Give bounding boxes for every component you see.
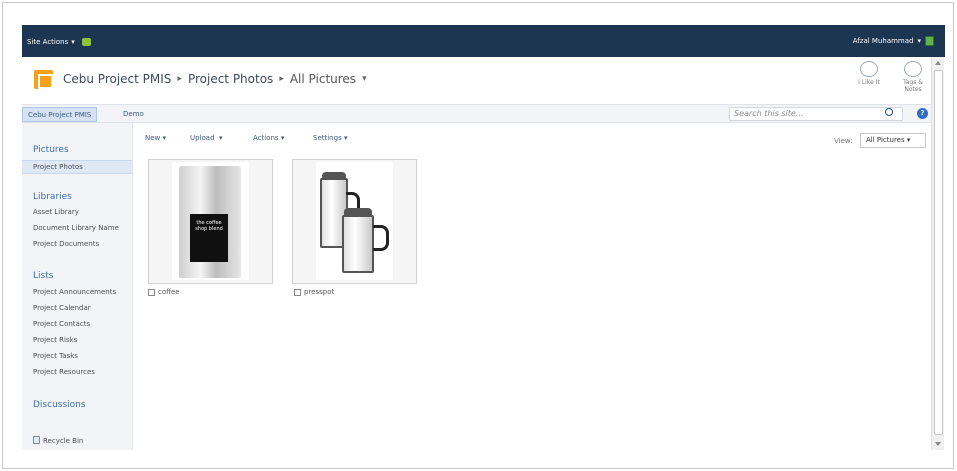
- new-label: New: [145, 134, 161, 142]
- breadcrumb-separator-icon: ▸: [177, 74, 182, 84]
- select-checkbox[interactable]: [294, 288, 301, 296]
- nav-heading-libraries[interactable]: Libraries: [33, 192, 72, 202]
- ribbon-bar: Site Actions ▾ Afzal Muhammad ▾: [22, 25, 945, 57]
- nav-heading-pictures[interactable]: Pictures: [33, 145, 69, 155]
- search-icon[interactable]: [885, 108, 893, 116]
- picture-caption-presspot[interactable]: presspot: [294, 288, 334, 296]
- topnav-item-demo[interactable]: Demo: [118, 107, 149, 122]
- presspot-handle-front: [373, 225, 389, 251]
- nav-item-project-risks[interactable]: Project Risks: [33, 336, 77, 344]
- search-input[interactable]: Search this site...: [729, 107, 903, 121]
- nav-item-asset-library[interactable]: Asset Library: [33, 208, 79, 216]
- breadcrumb-separator-icon: ▸: [279, 74, 284, 84]
- i-like-it-label: I Like It: [858, 79, 880, 86]
- presspot-front: [342, 215, 374, 273]
- help-icon[interactable]: ?: [917, 108, 928, 119]
- picture-name[interactable]: presspot: [304, 288, 334, 296]
- nav-item-project-calendar[interactable]: Project Calendar: [33, 304, 91, 312]
- nav-item-project-resources[interactable]: Project Resources: [33, 368, 95, 376]
- presspot-lid-front: [344, 208, 372, 215]
- view-select[interactable]: All Pictures ▾: [860, 133, 926, 148]
- nav-item-project-tasks[interactable]: Project Tasks: [33, 352, 78, 360]
- title-row: Cebu Project PMIS ▸ Project Photos ▸ All…: [22, 57, 932, 103]
- actions-menu[interactable]: Actions ▾: [253, 134, 284, 142]
- site-actions-label: Site Actions: [27, 38, 69, 46]
- tags-notes-label-2: Notes: [904, 86, 922, 93]
- chevron-down-icon: ▾: [71, 38, 75, 46]
- nav-item-recycle-bin[interactable]: Recycle Bin: [33, 436, 83, 445]
- list-toolbar: New ▾ Upload ▾ Actions ▾ Settings ▾ View…: [133, 123, 931, 155]
- social-buttons: I Like It Tags & Notes: [852, 61, 930, 93]
- site-logo-icon[interactable]: [34, 70, 53, 89]
- chevron-down-icon: ▾: [218, 134, 223, 142]
- nav-item-project-documents[interactable]: Project Documents: [33, 240, 99, 248]
- user-name: Afzal Muhammad: [852, 37, 914, 45]
- thumbs-up-icon: [860, 61, 878, 77]
- chevron-down-icon: ▾: [343, 134, 348, 142]
- breadcrumb: Cebu Project PMIS ▸ Project Photos ▸ All…: [63, 72, 367, 86]
- select-checkbox[interactable]: [148, 288, 155, 296]
- upload-label: Upload: [190, 134, 215, 142]
- coffee-bag: the coffee shop blend: [179, 166, 241, 278]
- user-menu[interactable]: Afzal Muhammad ▾: [853, 36, 934, 46]
- i-like-it-button[interactable]: I Like It: [852, 61, 886, 93]
- picture-thumbnail-coffee[interactable]: the coffee shop blend: [148, 159, 273, 284]
- breadcrumb-site[interactable]: Cebu Project PMIS: [63, 72, 171, 86]
- picture-caption-coffee[interactable]: coffee: [148, 288, 180, 296]
- scrollbar-thumb[interactable]: [934, 70, 943, 435]
- nav-item-project-contacts[interactable]: Project Contacts: [33, 320, 90, 328]
- top-navigation: Cebu Project PMIS Demo Search this site.…: [22, 104, 932, 123]
- picture-thumbnail-presspot[interactable]: [292, 159, 417, 284]
- coffee-bag-label: the coffee shop blend: [190, 214, 228, 262]
- tags-notes-label-1: Tags &: [903, 79, 923, 86]
- chevron-down-icon: ▾: [162, 134, 167, 142]
- nav-heading-discussions[interactable]: Discussions: [33, 400, 86, 410]
- actions-label: Actions: [253, 134, 279, 142]
- settings-label: Settings: [313, 134, 342, 142]
- upload-menu[interactable]: Upload ▾: [190, 134, 223, 142]
- scroll-down-arrow-icon[interactable]: [935, 442, 941, 446]
- quick-launch: Pictures Project Photos Libraries Asset …: [22, 123, 133, 450]
- tags-notes-button[interactable]: Tags & Notes: [896, 61, 930, 93]
- navigate-up-icon[interactable]: [81, 38, 91, 46]
- nav-item-project-announcements[interactable]: Project Announcements: [33, 288, 116, 296]
- view-label: View:: [834, 137, 853, 145]
- site-actions-menu[interactable]: Site Actions ▾: [27, 38, 91, 46]
- chevron-down-icon: ▾: [280, 134, 285, 142]
- topnav-item-cebu-project-pmis[interactable]: Cebu Project PMIS: [22, 107, 98, 122]
- view-value: All Pictures: [866, 136, 905, 144]
- vertical-scrollbar[interactable]: [931, 57, 944, 450]
- nav-item-project-photos[interactable]: Project Photos: [22, 160, 132, 174]
- chevron-down-icon: ▾: [917, 37, 921, 45]
- presspot-image: [316, 162, 393, 280]
- breadcrumb-view[interactable]: All Pictures: [290, 72, 356, 86]
- recycle-bin-label: Recycle Bin: [43, 437, 84, 445]
- nav-heading-lists[interactable]: Lists: [33, 271, 53, 281]
- recycle-bin-icon: [33, 436, 40, 444]
- chevron-down-icon[interactable]: ▾: [362, 72, 367, 86]
- new-menu[interactable]: New ▾: [145, 134, 166, 142]
- picture-name[interactable]: coffee: [158, 288, 180, 296]
- tag-icon: [904, 61, 922, 77]
- settings-menu[interactable]: Settings ▾: [313, 134, 347, 142]
- breadcrumb-list[interactable]: Project Photos: [188, 72, 273, 86]
- coffee-bag-image: the coffee shop blend: [172, 162, 249, 280]
- user-status-icon[interactable]: [925, 36, 934, 46]
- chevron-down-icon: ▾: [906, 136, 911, 144]
- nav-item-document-library-name[interactable]: Document Library Name: [33, 224, 119, 232]
- scroll-up-arrow-icon[interactable]: [935, 61, 941, 65]
